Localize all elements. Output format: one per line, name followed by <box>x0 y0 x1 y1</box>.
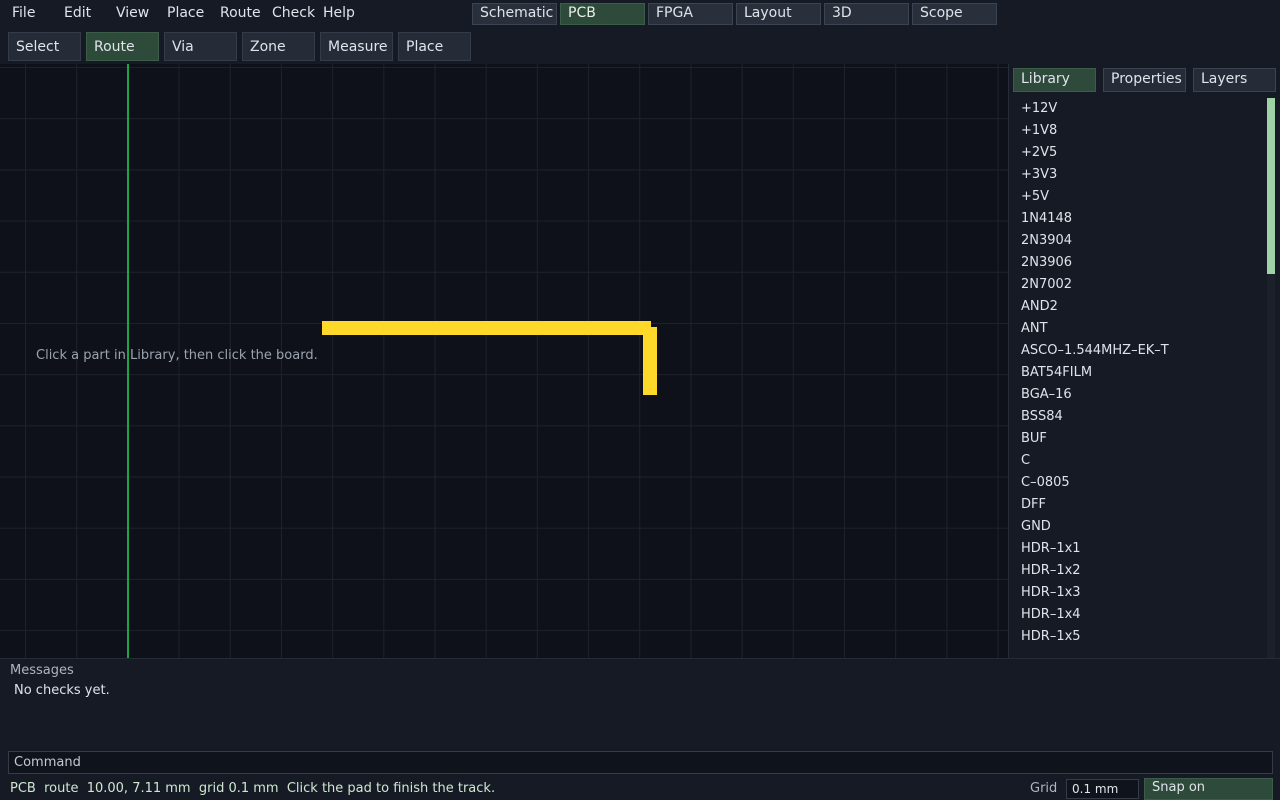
tab-scope[interactable]: Scope <box>912 3 997 25</box>
tool-bar: Select Route Via Zone Measure Place <box>0 28 1280 64</box>
library-item[interactable]: BAT54FILM <box>1021 362 1092 384</box>
command-input[interactable] <box>8 751 1273 774</box>
library-item[interactable]: C–0805 <box>1021 472 1070 494</box>
tab-properties[interactable]: Properties <box>1103 68 1186 92</box>
tab-schematic[interactable]: Schematic <box>472 3 557 25</box>
track-segment-horizontal[interactable] <box>322 321 651 335</box>
menu-help[interactable]: Help <box>323 5 355 21</box>
library-item[interactable]: C <box>1021 450 1030 472</box>
library-list[interactable]: +12V +1V8 +2V5 +3V3 +5V 1N4148 2N3904 2N… <box>1009 98 1265 658</box>
library-item[interactable]: HDR–1x3 <box>1021 582 1081 604</box>
library-item[interactable]: +5V <box>1021 186 1049 208</box>
library-item[interactable]: 1N4148 <box>1021 208 1072 230</box>
zone-tool-button[interactable]: Zone <box>242 32 315 61</box>
library-item[interactable]: BGA–16 <box>1021 384 1072 406</box>
library-item[interactable]: +12V <box>1021 98 1057 120</box>
tab-pcb[interactable]: PCB <box>560 3 645 25</box>
side-panel: Library Properties Layers +12V +1V8 +2V5… <box>1008 64 1280 658</box>
track-segment-vertical[interactable] <box>643 327 657 395</box>
library-item[interactable]: HDR–1x1 <box>1021 538 1081 560</box>
menu-check[interactable]: Check <box>272 5 315 21</box>
menu-file[interactable]: File <box>12 5 35 21</box>
tab-library[interactable]: Library <box>1013 68 1096 92</box>
library-item[interactable]: GND <box>1021 516 1051 538</box>
menu-place[interactable]: Place <box>167 5 204 21</box>
library-item[interactable]: DFF <box>1021 494 1046 516</box>
library-item[interactable]: AND2 <box>1021 296 1058 318</box>
tab-layout[interactable]: Layout <box>736 3 821 25</box>
tab-layers[interactable]: Layers <box>1193 68 1276 92</box>
menu-bar: File Edit View Place Route Check Help Sc… <box>0 0 1280 28</box>
grid-size-input[interactable] <box>1066 779 1139 799</box>
library-item[interactable]: ANT <box>1021 318 1048 340</box>
status-text: PCB route 10.00, 7.11 mm grid 0.1 mm Cli… <box>10 781 496 796</box>
place-tool-button[interactable]: Place <box>398 32 471 61</box>
pcb-canvas[interactable]: Click a part in Library, then click the … <box>0 64 1008 658</box>
library-scrollbar-thumb[interactable] <box>1267 98 1275 274</box>
library-item[interactable]: BUF <box>1021 428 1047 450</box>
menu-edit[interactable]: Edit <box>64 5 91 21</box>
menu-route[interactable]: Route <box>220 5 261 21</box>
library-item[interactable]: 2N7002 <box>1021 274 1072 296</box>
status-bar: PCB route 10.00, 7.11 mm grid 0.1 mm Cli… <box>0 778 1280 800</box>
menu-view[interactable]: View <box>116 5 149 21</box>
messages-text: No checks yet. <box>14 683 110 698</box>
library-item[interactable]: +2V5 <box>1021 142 1057 164</box>
library-item[interactable]: BSS84 <box>1021 406 1063 428</box>
canvas-hint: Click a part in Library, then click the … <box>36 348 318 363</box>
messages-panel: Messages No checks yet. <box>0 658 1280 778</box>
library-scrollbar[interactable] <box>1267 98 1275 658</box>
via-tool-button[interactable]: Via <box>164 32 237 61</box>
grid-label: Grid <box>1030 781 1058 796</box>
tab-fpga[interactable]: FPGA <box>648 3 733 25</box>
select-tool-button[interactable]: Select <box>8 32 81 61</box>
tab-3d[interactable]: 3D <box>824 3 909 25</box>
library-item[interactable]: +1V8 <box>1021 120 1057 142</box>
library-item[interactable]: HDR–1x4 <box>1021 604 1081 626</box>
library-item[interactable]: ASCO–1.544MHZ–EK–T <box>1021 340 1169 362</box>
snap-toggle-button[interactable]: Snap on <box>1144 778 1273 800</box>
library-item[interactable]: 2N3906 <box>1021 252 1072 274</box>
library-item[interactable]: HDR–1x5 <box>1021 626 1081 648</box>
measure-tool-button[interactable]: Measure <box>320 32 393 61</box>
library-item[interactable]: +3V3 <box>1021 164 1057 186</box>
messages-title: Messages <box>10 663 74 678</box>
route-tool-button[interactable]: Route <box>86 32 159 61</box>
library-item[interactable]: 2N3904 <box>1021 230 1072 252</box>
library-item[interactable]: HDR–1x2 <box>1021 560 1081 582</box>
